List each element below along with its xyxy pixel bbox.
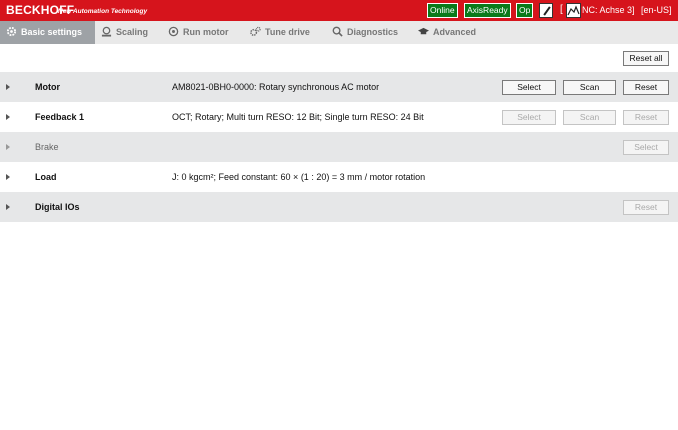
- status-online-badge: Online: [427, 3, 458, 18]
- feedback-select-button: Select: [502, 110, 556, 125]
- tab-bar: Basic settings Scaling Run motor Tune dr…: [0, 21, 678, 44]
- axis-bracket: [: [560, 4, 563, 15]
- row-label: Load: [35, 172, 57, 182]
- brand-tagline: New Automation Technology: [58, 8, 148, 15]
- brake-row: Brake Select: [0, 132, 678, 162]
- reset-all-button[interactable]: Reset all: [623, 51, 669, 66]
- tab-basic-settings[interactable]: Basic settings: [0, 21, 95, 44]
- motor-row: Motor AM8021-0BH0-0000: Rotary synchrono…: [0, 72, 678, 102]
- tab-advanced[interactable]: Advanced: [418, 21, 476, 44]
- expand-arrow-icon[interactable]: [6, 174, 10, 180]
- feedback-scan-button: Scan: [563, 110, 616, 125]
- chart-icon[interactable]: [566, 3, 581, 18]
- tab-scaling[interactable]: Scaling: [101, 21, 148, 44]
- tab-label: Advanced: [433, 27, 477, 37]
- load-row: Load J: 0 kgcm²; Feed constant: 60 × (1 …: [0, 162, 678, 192]
- tab-tune-drive[interactable]: Tune drive: [250, 21, 310, 44]
- status-op-badge: Op: [516, 3, 534, 18]
- motor-select-button[interactable]: Select: [502, 80, 556, 95]
- expand-arrow-icon[interactable]: [6, 114, 10, 120]
- tab-label: Diagnostics: [347, 27, 399, 37]
- tab-label: Run motor: [183, 27, 229, 37]
- expand-arrow-icon[interactable]: [6, 84, 10, 90]
- row-label: Feedback 1: [35, 112, 85, 122]
- gear-icon: [6, 26, 17, 37]
- motor-icon: [168, 26, 179, 37]
- status-axisready-badge: AxisReady: [464, 3, 511, 18]
- row-label: Digital IOs: [35, 202, 80, 212]
- language-selector[interactable]: [en-US]: [641, 5, 672, 15]
- title-bar: BECKHOFF New Automation Technology Onlin…: [0, 0, 678, 21]
- row-label: Motor: [35, 82, 60, 92]
- feedback-reset-button: Reset: [623, 110, 669, 125]
- gears-icon: [250, 26, 261, 36]
- digital-ios-row: Digital IOs Reset: [0, 192, 678, 222]
- brake-select-button: Select: [623, 140, 669, 155]
- graduation-cap-icon: [418, 27, 429, 35]
- expand-arrow-icon[interactable]: [6, 204, 10, 210]
- load-description: J: 0 kgcm²; Feed constant: 60 × (1 : 20)…: [172, 172, 426, 182]
- expand-arrow-icon[interactable]: [6, 144, 10, 150]
- axis-name: NC: Achse 3]: [582, 5, 635, 15]
- feedback-description: OCT; Rotary; Multi turn RESO: 12 Bit; Si…: [172, 112, 424, 122]
- tab-diagnostics[interactable]: Diagnostics: [332, 21, 398, 44]
- scale-icon: [101, 26, 112, 37]
- feedback-row: Feedback 1 OCT; Rotary; Multi turn RESO:…: [0, 102, 678, 132]
- tab-label: Basic settings: [21, 27, 83, 37]
- motor-scan-button[interactable]: Scan: [563, 80, 616, 95]
- edit-icon[interactable]: [539, 3, 553, 18]
- digital-ios-reset-button: Reset: [623, 200, 669, 215]
- motor-description: AM8021-0BH0-0000: Rotary synchronous AC …: [172, 82, 380, 92]
- tab-label: Tune drive: [265, 27, 310, 37]
- tab-run-motor[interactable]: Run motor: [168, 21, 229, 44]
- magnifier-icon: [332, 26, 343, 37]
- tab-label: Scaling: [116, 27, 149, 37]
- motor-reset-button[interactable]: Reset: [623, 80, 669, 95]
- row-label: Brake: [35, 142, 59, 152]
